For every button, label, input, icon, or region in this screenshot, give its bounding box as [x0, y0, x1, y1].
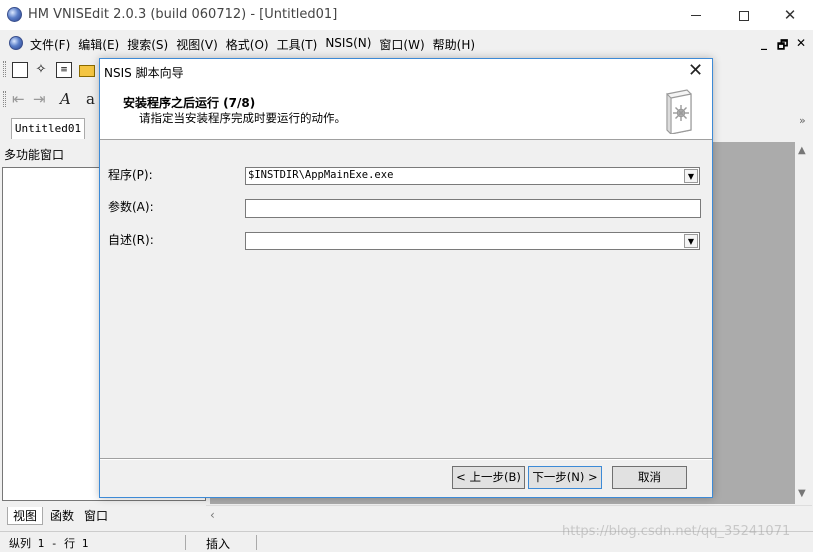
program-label: 程序(P):: [108, 168, 153, 182]
multifunction-panel-title: 多功能窗口: [4, 148, 65, 162]
menu-edit[interactable]: 编辑(E): [74, 36, 123, 53]
parameters-input[interactable]: [245, 199, 701, 218]
menu-tools[interactable]: 工具(T): [273, 36, 322, 53]
menu-nsis[interactable]: NSIS(N): [321, 36, 375, 53]
maximize-icon: [739, 10, 749, 21]
toolbar-grip[interactable]: [3, 61, 6, 77]
menu-help[interactable]: 帮助(H): [429, 36, 479, 53]
mdi-minimize-button[interactable]: _: [761, 36, 767, 50]
window-title: HM VNISEdit 2.0.3 (build 060712) - [Unti…: [28, 7, 338, 22]
cursor-position: 纵列 1 - 行 1: [9, 537, 89, 550]
wizard-book-icon: [666, 89, 692, 134]
tab-untitled01[interactable]: Untitled01: [11, 118, 85, 139]
nsis-wizard-dialog: NSIS 脚本向导 ✕ 安装程序之后运行 (7/8) 请指定当安装程序完成时要运…: [99, 58, 713, 498]
menu-format[interactable]: 格式(O): [222, 36, 273, 53]
dialog-separator: [100, 458, 712, 460]
readme-label: 自述(R):: [108, 233, 154, 247]
dialog-title-bar: NSIS 脚本向导 ✕: [100, 59, 712, 85]
panel-bottom-tabs: 视图 函数 窗口: [2, 505, 206, 525]
wizard-icon[interactable]: ✧: [33, 62, 49, 78]
minimize-icon: [691, 15, 701, 16]
maximize-button[interactable]: [721, 0, 767, 30]
insert-mode: 插入: [206, 537, 231, 551]
tab-functions[interactable]: 函数: [50, 507, 74, 524]
menu-items: 文件(F) 编辑(E) 搜索(S) 视图(V) 格式(O) 工具(T) NSIS…: [26, 36, 479, 53]
indent-right-icon[interactable]: ⇥: [33, 89, 46, 109]
menu-window[interactable]: 窗口(W): [375, 36, 428, 53]
dialog-close-button[interactable]: ✕: [688, 60, 703, 82]
menu-search[interactable]: 搜索(S): [123, 36, 172, 53]
vertical-scrollbar[interactable]: ▲ ▼: [795, 142, 812, 504]
app-globe-icon: [7, 7, 22, 22]
toolbar-grip[interactable]: [3, 91, 6, 107]
tab-view[interactable]: 视图: [7, 507, 44, 525]
program-value: $INSTDIR\AppMainExe.exe: [248, 169, 394, 181]
font-size-icon[interactable]: a: [86, 89, 95, 109]
scroll-down-icon[interactable]: ▼: [798, 488, 806, 499]
scroll-left-icon[interactable]: ‹: [210, 508, 215, 522]
mdi-document-globe-icon[interactable]: [9, 36, 23, 50]
window-title-bar: HM VNISEdit 2.0.3 (build 060712) - [Unti…: [0, 0, 813, 30]
tab-scroll-icon[interactable]: »: [799, 114, 806, 127]
dialog-title: NSIS 脚本向导: [104, 66, 184, 80]
next-button[interactable]: 下一步(N) >: [528, 466, 602, 489]
parameters-label: 参数(A):: [108, 200, 154, 214]
back-button[interactable]: < 上一步(B): [452, 466, 525, 489]
chevron-down-icon[interactable]: ▼: [684, 234, 698, 248]
menu-file[interactable]: 文件(F): [26, 36, 74, 53]
step-description: 请指定当安装程序完成时要运行的动作。: [139, 111, 346, 125]
close-button[interactable]: ✕: [767, 0, 813, 30]
document-icon[interactable]: ≡: [56, 62, 72, 78]
new-file-icon[interactable]: [12, 62, 28, 78]
mdi-close-button[interactable]: ✕: [796, 36, 806, 50]
scroll-up-icon[interactable]: ▲: [798, 145, 806, 156]
cancel-button[interactable]: 取消: [612, 466, 687, 489]
menu-view[interactable]: 视图(V): [172, 36, 222, 53]
status-divider: [256, 535, 257, 550]
menu-bar: 文件(F) 编辑(E) 搜索(S) 视图(V) 格式(O) 工具(T) NSIS…: [0, 31, 813, 55]
status-divider: [185, 535, 186, 550]
program-combobox[interactable]: $INSTDIR\AppMainExe.exe ▼: [245, 167, 700, 185]
chevron-down-icon[interactable]: ▼: [684, 169, 698, 183]
horizontal-scrollbar[interactable]: ‹: [206, 505, 812, 525]
dialog-header: 安装程序之后运行 (7/8) 请指定当安装程序完成时要运行的动作。: [100, 85, 712, 140]
readme-combobox[interactable]: ▼: [245, 232, 700, 250]
mdi-restore-button[interactable]: 🗗: [777, 36, 788, 57]
close-icon: ✕: [783, 6, 797, 24]
step-heading: 安装程序之后运行 (7/8): [123, 96, 256, 110]
open-folder-icon[interactable]: [79, 65, 95, 77]
watermark: https://blog.csdn.net/qq_35241071: [562, 524, 791, 539]
minimize-button[interactable]: [673, 0, 719, 30]
indent-left-icon[interactable]: ⇤: [12, 89, 25, 109]
italic-font-icon[interactable]: A: [60, 89, 71, 109]
tab-windows[interactable]: 窗口: [84, 507, 108, 524]
